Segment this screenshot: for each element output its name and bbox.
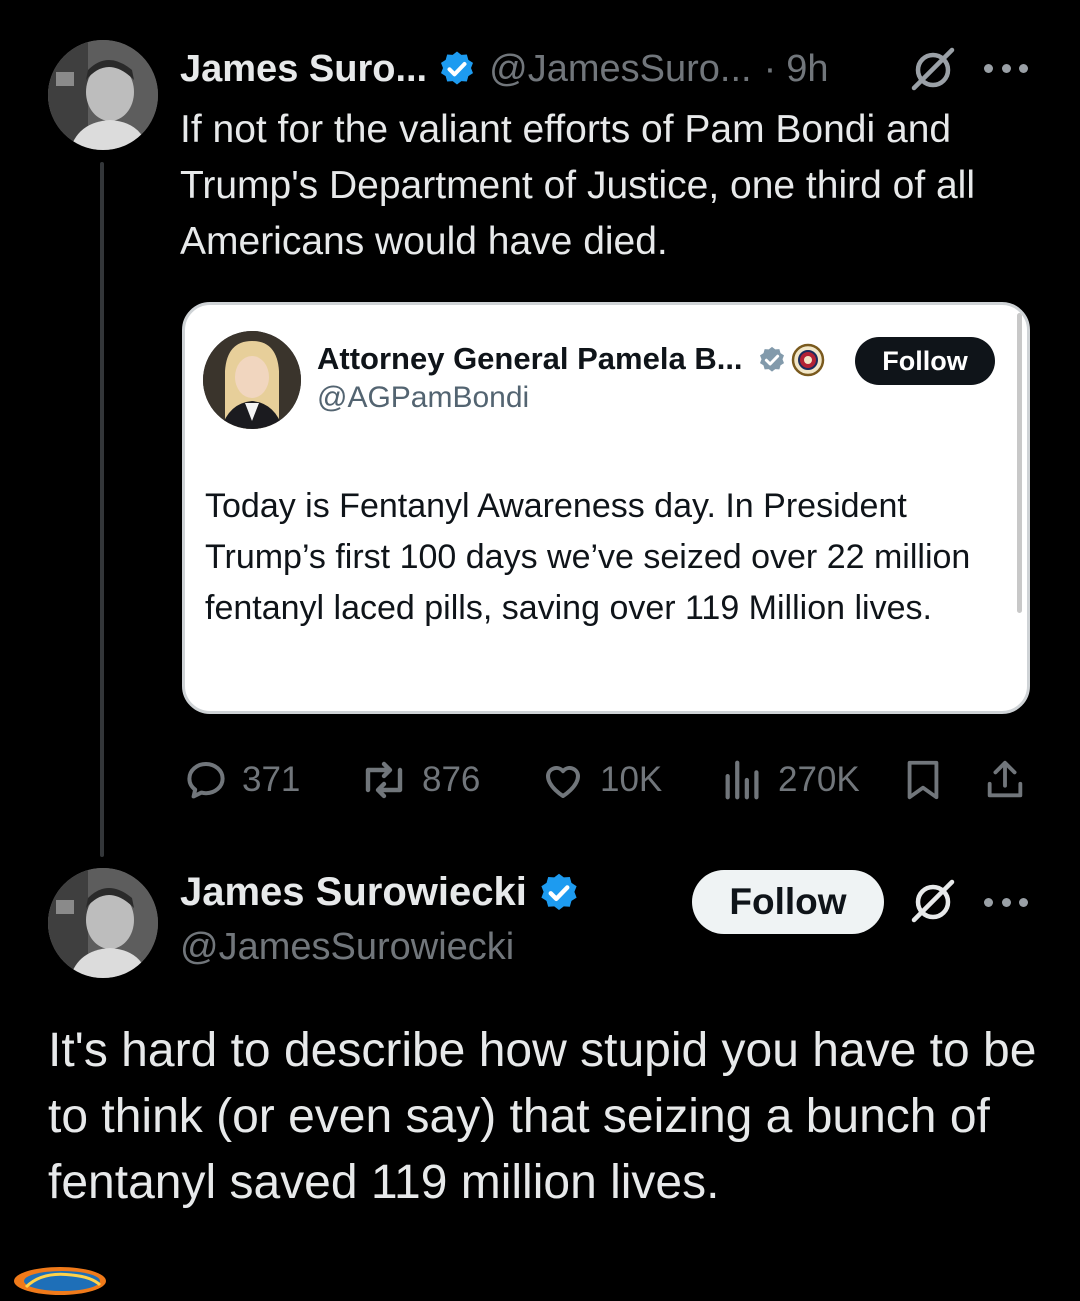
watermark-logo — [12, 1265, 108, 1297]
action-bar: 371 876 10K 270K — [182, 750, 1032, 810]
quote-scrollbar[interactable] — [1017, 313, 1022, 613]
repost-count: 876 — [422, 760, 481, 799]
verified-badge-icon — [437, 49, 477, 89]
reply-author-handle[interactable]: @JamesSuro... — [489, 48, 751, 91]
reply-action[interactable]: 371 — [182, 750, 300, 810]
share-action[interactable] — [982, 750, 1040, 810]
grok-icon[interactable] — [908, 876, 958, 926]
main-author-row: James Surowiecki — [180, 870, 581, 915]
quoted-author-name[interactable]: Attorney General Pamela B... — [317, 341, 743, 377]
main-author-handle[interactable]: @JamesSurowiecki — [180, 926, 514, 969]
time-separator: · — [763, 47, 777, 90]
reply-time[interactable]: 9h — [786, 48, 828, 91]
thread-line — [100, 162, 104, 857]
main-author-name[interactable]: James Surowiecki — [180, 870, 527, 915]
share-icon — [987, 760, 1023, 798]
bookmark-icon — [907, 760, 939, 800]
quoted-follow-button[interactable]: Follow — [855, 337, 995, 385]
repost-icon — [365, 761, 403, 799]
like-action[interactable]: 10K — [538, 750, 662, 810]
main-author-avatar[interactable] — [48, 868, 158, 978]
doj-seal-icon — [791, 343, 825, 377]
follow-button[interactable]: Follow — [692, 870, 884, 934]
like-count: 10K — [600, 760, 663, 799]
more-icon[interactable] — [984, 896, 1028, 908]
quoted-author-avatar[interactable] — [203, 331, 301, 429]
repost-action[interactable]: 876 — [358, 750, 480, 810]
reply-header: James Suro... @JamesSuro... · 9h — [180, 42, 829, 96]
quoted-author-handle[interactable]: @AGPamBondi — [317, 381, 529, 415]
grok-icon[interactable] — [908, 44, 958, 94]
verified-badge-icon — [537, 871, 581, 915]
reply-icon — [187, 762, 225, 799]
more-icon[interactable] — [984, 62, 1028, 74]
views-count: 270K — [778, 760, 860, 799]
bookmark-action[interactable] — [900, 750, 958, 810]
quoted-tweet-card[interactable]: Attorney General Pamela B... @AGPamBondi… — [182, 302, 1030, 714]
views-action[interactable]: 270K — [720, 750, 860, 810]
reply-author-name[interactable]: James Suro... — [180, 48, 427, 91]
reply-tweet-text: If not for the valiant efforts of Pam Bo… — [180, 108, 976, 263]
views-icon — [725, 760, 759, 800]
reply-count: 371 — [242, 760, 301, 799]
like-icon — [546, 766, 580, 798]
quoted-tweet-text: Today is Fentanyl Awareness day. In Pres… — [205, 487, 971, 627]
verified-badge-icon — [757, 345, 787, 375]
main-tweet-text: It's hard to describe how stupid you hav… — [48, 1024, 1037, 1209]
reply-author-avatar[interactable] — [48, 40, 158, 150]
